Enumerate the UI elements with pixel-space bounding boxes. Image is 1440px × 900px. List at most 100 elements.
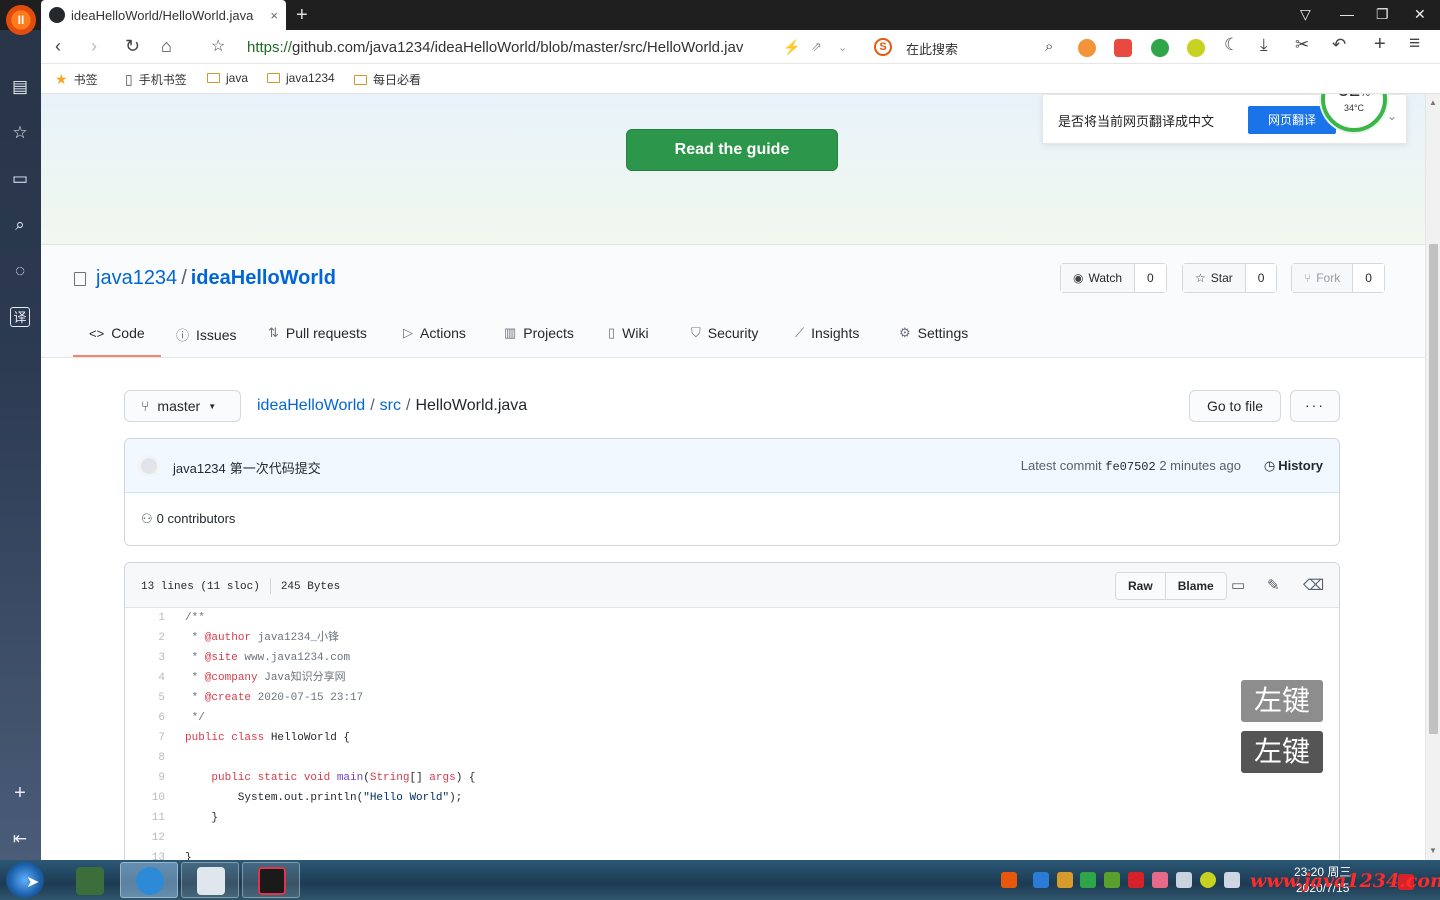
line-number[interactable]: 1 [125, 608, 173, 628]
search-engine-icon[interactable]: S [874, 38, 892, 56]
tab-issues[interactable]: ⓘ Issues [176, 325, 236, 344]
more-options-button[interactable]: ··· [1290, 390, 1340, 422]
reload-icon[interactable]: ↻ [125, 36, 140, 57]
address-bar[interactable]: https://github.com/java1234/ideaHelloWor… [247, 39, 767, 56]
back-icon[interactable]: ‹ [55, 36, 61, 57]
news-icon[interactable]: ▤ [10, 77, 30, 97]
tab-security[interactable]: ⛉ Security [691, 325, 758, 341]
favorite-star-icon[interactable]: ☆ [211, 36, 225, 56]
reader-icon[interactable]: ▭ [10, 169, 30, 189]
scroll-thumb[interactable] [1429, 244, 1438, 734]
skin-icon[interactable]: ▽ [1300, 6, 1311, 23]
line-number[interactable]: 7 [125, 728, 173, 748]
trash-icon[interactable]: ⌫ [1303, 576, 1324, 594]
download-icon[interactable]: ⤓ [1260, 35, 1268, 55]
avatar[interactable] [138, 455, 160, 477]
tray-network-icon[interactable] [1176, 872, 1192, 888]
cut-icon[interactable]: ✂ [1295, 35, 1309, 55]
add-icon[interactable]: + [1374, 33, 1386, 56]
line-number[interactable]: 4 [125, 668, 173, 688]
scroll-down-icon[interactable]: ▼ [1429, 846, 1437, 855]
line-number[interactable]: 2 [125, 628, 173, 648]
commit-sha-link[interactable]: fe07502 [1105, 460, 1155, 474]
fork-count[interactable]: 0 [1353, 264, 1384, 292]
tab-code[interactable]: <> Code [73, 325, 161, 357]
blame-button[interactable]: Blame [1164, 573, 1226, 599]
repo-owner-link[interactable]: java1234 [96, 267, 177, 289]
security-icon[interactable] [1151, 39, 1169, 57]
tray-coin-icon[interactable] [1200, 872, 1216, 888]
line-number[interactable]: 5 [125, 688, 173, 708]
line-number[interactable]: 11 [125, 808, 173, 828]
url-dropdown-icon[interactable]: ⌄ [838, 41, 847, 54]
tray-nvidia-icon[interactable] [1104, 872, 1120, 888]
forward-icon[interactable]: › [91, 36, 97, 57]
tray-volume-icon[interactable] [1224, 872, 1240, 888]
star-button[interactable]: ☆ Star 0 [1182, 263, 1278, 293]
bookmark-java[interactable]: java [207, 71, 248, 85]
line-number[interactable]: 8 [125, 748, 173, 768]
line-number[interactable]: 10 [125, 788, 173, 808]
line-number[interactable]: 3 [125, 648, 173, 668]
favorites-icon[interactable]: ☆ [10, 123, 30, 143]
tray-shield-icon[interactable] [1080, 872, 1096, 888]
tray-folder-icon[interactable] [1057, 872, 1073, 888]
star-count[interactable]: 0 [1245, 264, 1277, 292]
commit-message-link[interactable]: 第一次代码提交 [230, 461, 321, 476]
sidebar-add-icon[interactable]: + [10, 783, 30, 803]
tray-box-icon[interactable] [1033, 872, 1049, 888]
watch-button[interactable]: ◉ Watch 0 [1060, 263, 1167, 293]
undo-icon[interactable]: ↶ [1332, 35, 1346, 55]
line-number[interactable]: 9 [125, 768, 173, 788]
translate-dropdown-icon[interactable]: ⌄ [1387, 109, 1397, 123]
game-icon[interactable] [1078, 39, 1096, 57]
read-the-guide-button[interactable]: Read the guide [626, 129, 838, 171]
search-icon[interactable]: ⌕ [1045, 38, 1053, 55]
go-to-file-button[interactable]: Go to file [1189, 390, 1281, 422]
taskbar-typora[interactable] [181, 862, 239, 898]
breadcrumb-repo-link[interactable]: ideaHelloWorld [257, 397, 365, 414]
tab-wiki[interactable]: ▯ Wiki [608, 325, 649, 341]
home-icon[interactable]: ⌂ [161, 36, 172, 57]
tab-pull-requests[interactable]: ⇅ Pull requests [268, 325, 367, 341]
share-icon[interactable]: ⇗ [811, 39, 822, 55]
close-window-icon[interactable]: ✕ [1414, 6, 1426, 23]
contributors[interactable]: ⚇ 0 contributors [141, 511, 235, 527]
taskbar-intellij[interactable] [242, 862, 300, 898]
sidebar-search-icon[interactable]: ⌕ [10, 215, 30, 235]
taskbar-explorer[interactable] [60, 862, 118, 898]
tab-insights[interactable]: ⟋ Insights [795, 325, 859, 341]
bookmark-java1234[interactable]: java1234 [267, 71, 335, 85]
collapse-sidebar-icon[interactable]: ⇤ [10, 829, 30, 849]
line-number[interactable]: 13 [125, 848, 173, 860]
tab-actions[interactable]: ▷ Actions [403, 325, 466, 341]
tray-s-icon[interactable] [1128, 872, 1144, 888]
fork-button[interactable]: ⑂ Fork 0 [1291, 263, 1385, 293]
tray-flower-icon[interactable] [1152, 872, 1168, 888]
tab-close-icon[interactable]: × [270, 8, 278, 23]
bookmark-star[interactable]: ★ 书签 [55, 71, 98, 88]
minimize-icon[interactable]: — [1340, 6, 1354, 22]
watch-count[interactable]: 0 [1135, 264, 1166, 292]
taskbar-browser[interactable] [120, 862, 178, 898]
branch-select-button[interactable]: ⑂ master ▼ [124, 390, 241, 422]
line-number[interactable]: 12 [125, 828, 173, 848]
tab-settings[interactable]: ⚙ Settings [899, 325, 968, 341]
breadcrumb-src-link[interactable]: src [380, 397, 401, 414]
repo-name-link[interactable]: ideaHelloWorld [191, 267, 336, 289]
night-mode-icon[interactable]: ☾ [1224, 35, 1239, 55]
restore-icon[interactable]: ❐ [1376, 6, 1389, 23]
browser-logo-icon[interactable]: II [6, 5, 36, 35]
tray-sogou-icon[interactable] [1001, 872, 1017, 888]
page-scrollbar[interactable]: ▲ ▼ [1425, 94, 1440, 860]
lightning-icon[interactable]: ⚡ [783, 39, 800, 56]
scroll-up-icon[interactable]: ▲ [1429, 98, 1437, 107]
translate-icon[interactable]: 译 [10, 307, 30, 327]
pencil-edit-icon[interactable]: ✎ [1267, 576, 1280, 594]
bookmark-mobile[interactable]: ▯ 手机书签 [125, 71, 187, 88]
tab-projects[interactable]: ▥ Projects [504, 325, 574, 341]
desktop-icon[interactable]: ▭ [1231, 576, 1245, 594]
raw-button[interactable]: Raw [1116, 573, 1165, 599]
history-button[interactable]: ◷ History [1264, 458, 1323, 474]
bookmark-daily[interactable]: 每日必看 [354, 71, 421, 88]
